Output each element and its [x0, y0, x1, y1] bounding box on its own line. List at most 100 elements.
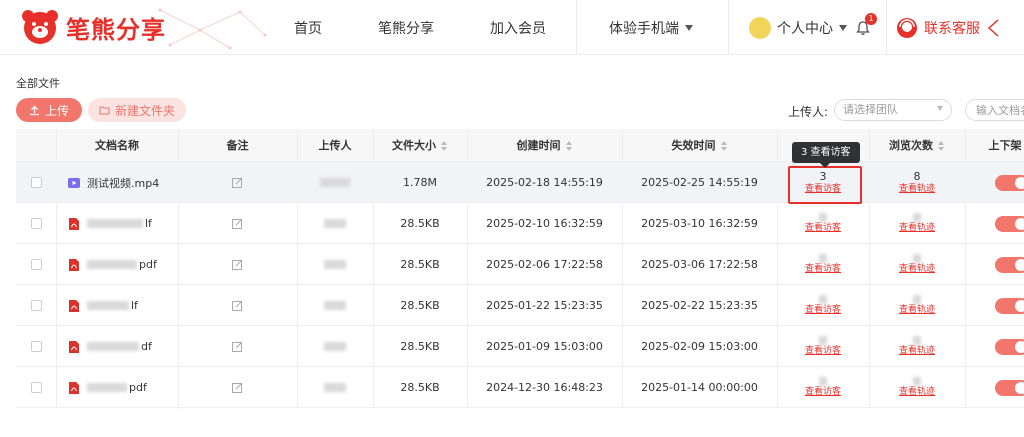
breadcrumb[interactable]: 全部文件 [16, 75, 60, 91]
file-name-cell[interactable]: lf [56, 203, 178, 244]
publish-toggle[interactable] [995, 174, 1024, 191]
row-checkbox[interactable] [30, 382, 42, 393]
uploader-filter-label: 上传人: [788, 105, 829, 119]
column-header-size[interactable]: 文件大小 [373, 129, 467, 162]
created-time: 2025-02-18 14:55:19 [486, 176, 603, 189]
edit-note-icon[interactable] [232, 177, 243, 188]
pdf-file-icon [69, 299, 79, 312]
notification-button[interactable]: 1 [855, 12, 877, 36]
publish-toggle[interactable] [995, 338, 1024, 355]
view-visitors-link[interactable]: 查看访客 [805, 386, 841, 399]
column-header-views[interactable]: 浏览次数 [869, 129, 965, 162]
view-trace-link[interactable]: 查看轨迹 [899, 222, 935, 235]
user-center-label: 个人中心 [777, 20, 833, 37]
view-visitors-link[interactable]: 查看访客 [805, 222, 841, 235]
file-name-cell[interactable]: pdf [56, 367, 178, 408]
logo[interactable]: 笔熊分享 [20, 7, 166, 47]
publish-toggle[interactable] [995, 297, 1024, 314]
column-header-uploader: 上传人 [318, 139, 352, 152]
view-count-blurred [912, 212, 921, 222]
table-row[interactable]: lf 28.5KB 2025-01-22 15:23:35 2025-02-22… [16, 285, 1024, 326]
nav-home[interactable]: 首页 [268, 0, 348, 54]
table-row[interactable]: df 28.5KB 2025-01-09 15:03:00 2025-02-09… [16, 326, 1024, 367]
view-visitors-link[interactable]: 查看访客 [805, 263, 841, 276]
customer-service-button[interactable]: 联系客服 [896, 0, 1024, 54]
view-trace-link[interactable]: 查看轨迹 [899, 345, 935, 358]
customer-service-label: 联系客服 [924, 20, 980, 37]
nav-mobile-dropdown[interactable]: 体验手机端 [577, 0, 725, 54]
file-name-blurred [87, 342, 139, 351]
visitors-highlight-box [788, 166, 862, 204]
edit-note-icon[interactable] [232, 300, 243, 311]
table-row[interactable]: pdf 28.5KB 2025-02-06 17:22:58 2025-03-0… [16, 244, 1024, 285]
user-center-dropdown[interactable]: 个人中心 1 [740, 0, 880, 54]
column-header-expires[interactable]: 失效时间 [622, 129, 777, 162]
view-trace-link[interactable]: 查看轨迹 [899, 386, 935, 399]
new-folder-button[interactable]: 新建文件夹 [88, 98, 186, 122]
sort-icon [720, 141, 728, 151]
expire-time: 2025-02-09 15:03:00 [641, 340, 758, 353]
file-size: 28.5KB [400, 299, 440, 312]
edit-note-icon[interactable] [232, 382, 243, 393]
column-header-created[interactable]: 创建时间 [467, 129, 622, 162]
file-name-cell[interactable]: 测试视频.mp4 [56, 162, 178, 203]
file-size: 28.5KB [400, 340, 440, 353]
row-checkbox[interactable] [30, 341, 42, 352]
sort-icon [565, 141, 573, 151]
pdf-file-icon [69, 381, 79, 394]
file-name-cell[interactable]: df [56, 326, 178, 367]
file-size: 28.5KB [400, 217, 440, 230]
table-row[interactable]: lf 28.5KB 2025-02-10 16:32:59 2025-03-10… [16, 203, 1024, 244]
expire-time: 2025-01-14 00:00:00 [641, 381, 758, 394]
nav-bixiong-share[interactable]: 笔熊分享 [366, 0, 446, 54]
folder-icon [99, 106, 110, 115]
file-name-blurred [87, 383, 127, 392]
view-trace-link[interactable]: 查看轨迹 [899, 183, 935, 196]
view-visitors-link[interactable]: 查看访客 [805, 304, 841, 317]
file-name: pdf [139, 258, 157, 271]
view-visitors-link[interactable]: 查看访客 [805, 345, 841, 358]
upload-label: 上传 [44, 103, 69, 118]
sort-icon [938, 141, 945, 151]
view-trace-link[interactable]: 查看轨迹 [899, 304, 935, 317]
file-name: lf [145, 217, 152, 230]
view-trace-link[interactable]: 查看轨迹 [899, 263, 935, 276]
publish-toggle[interactable] [995, 379, 1024, 396]
row-checkbox[interactable] [30, 300, 42, 311]
upload-icon [29, 105, 39, 115]
nav-share-label: 笔熊分享 [378, 20, 434, 37]
team-select[interactable]: 请选择团队 [834, 99, 952, 121]
nav-mobile-label: 体验手机端 [609, 20, 679, 37]
pdf-file-icon [69, 217, 79, 230]
expire-time: 2025-02-22 15:23:35 [641, 299, 758, 312]
edit-note-icon[interactable] [232, 218, 243, 229]
upload-button[interactable]: 上传 [16, 98, 82, 122]
pdf-file-icon [69, 340, 79, 353]
row-checkbox[interactable] [30, 259, 42, 270]
customer-service-icon [897, 17, 917, 38]
row-checkbox[interactable] [30, 177, 42, 188]
view-count: 8 [913, 169, 921, 183]
uploader-avatar-blurred [324, 219, 346, 228]
view-count-blurred [912, 335, 921, 345]
file-name-cell[interactable]: lf [56, 285, 178, 326]
search-input[interactable] [965, 99, 1024, 121]
uploader-avatar-blurred [320, 178, 350, 187]
table-row[interactable]: pdf 28.5KB 2024-12-30 16:48:23 2025-01-1… [16, 367, 1024, 408]
edit-note-icon[interactable] [232, 259, 243, 270]
column-header-status: 上下架 [988, 139, 1022, 152]
file-name: lf [131, 299, 138, 312]
publish-toggle[interactable] [995, 256, 1024, 273]
sort-icon [441, 141, 448, 151]
visitor-count-blurred [818, 212, 827, 222]
file-name-cell[interactable]: pdf [56, 244, 178, 285]
publish-toggle[interactable] [995, 215, 1024, 232]
file-name-blurred [87, 260, 137, 269]
decorative-arrow-icon [987, 18, 999, 37]
visitor-count-blurred [818, 253, 827, 263]
row-checkbox[interactable] [30, 218, 42, 229]
file-name-blurred [87, 219, 143, 228]
table-row[interactable]: 测试视频.mp4 1.78M 2025-02-18 14:55:19 2025-… [16, 162, 1024, 203]
nav-join-member[interactable]: 加入会员 [478, 0, 558, 54]
edit-note-icon[interactable] [232, 341, 243, 352]
